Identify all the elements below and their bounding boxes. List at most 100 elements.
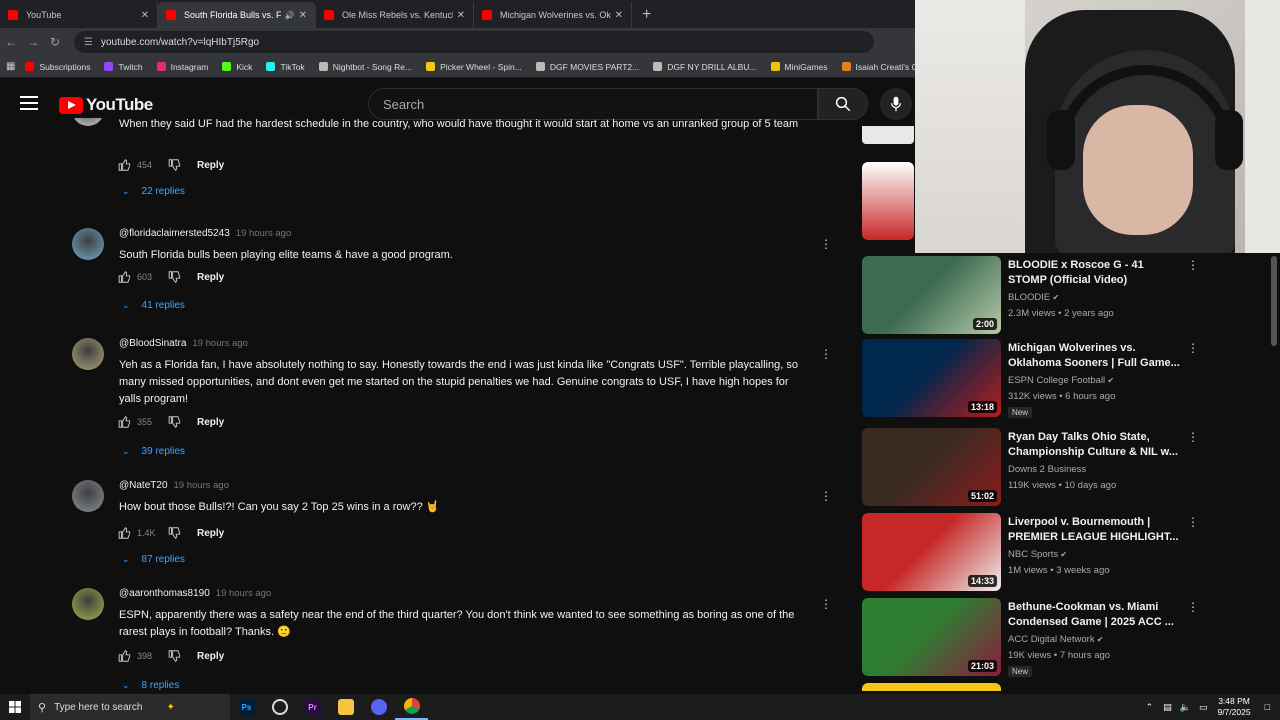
avatar[interactable] xyxy=(72,588,104,620)
view-replies-button[interactable]: ⌄ 39 replies xyxy=(122,446,185,457)
recommendation-channel[interactable]: NBC Sports ✔ xyxy=(1008,549,1067,560)
bookmark-item[interactable]: Isaiah Creati's Chan... xyxy=(841,62,915,72)
recommendation-thumbnail-partial[interactable] xyxy=(862,162,914,240)
more-actions-icon[interactable]: ⋮ xyxy=(1187,600,1199,614)
recommendation-channel[interactable]: Downs 2 Business xyxy=(1008,464,1086,475)
dislike-button[interactable] xyxy=(167,649,183,663)
taskbar-app-file-explorer[interactable] xyxy=(329,694,362,720)
avatar[interactable] xyxy=(72,480,104,512)
battery-icon[interactable]: ▭ xyxy=(1199,702,1208,713)
avatar[interactable] xyxy=(72,118,104,126)
recommendation-thumbnail[interactable]: 14:33 xyxy=(862,513,1001,591)
apps-icon[interactable]: ▦ xyxy=(6,61,15,72)
comment-timestamp[interactable]: 19 hours ago xyxy=(192,338,247,349)
more-actions-icon[interactable]: ⋮ xyxy=(820,489,832,503)
recommendation-thumbnail[interactable]: 2:00 xyxy=(862,256,1001,334)
start-button[interactable] xyxy=(0,694,30,720)
like-button[interactable] xyxy=(117,526,133,540)
taskbar-app-chrome[interactable] xyxy=(395,694,428,720)
recommendation-title[interactable]: BLOODIE x Roscoe G - 41 STOMP (Official … xyxy=(1008,258,1183,288)
reload-icon[interactable]: ↻ xyxy=(44,35,66,49)
view-replies-button[interactable]: ⌄ 87 replies xyxy=(122,554,185,565)
browser-tab[interactable]: Michigan Wolverines vs. Oklah ✕ xyxy=(474,2,632,28)
menu-icon[interactable] xyxy=(20,96,38,110)
close-icon[interactable]: ✕ xyxy=(615,10,623,21)
volume-icon[interactable]: 🔈 xyxy=(1180,702,1191,713)
recommendation-thumbnail-partial[interactable] xyxy=(862,126,914,144)
more-actions-icon[interactable]: ⋮ xyxy=(1187,430,1199,444)
reply-button[interactable]: Reply xyxy=(197,528,224,539)
taskbar-search-input[interactable]: ⚲ Type here to search ✦ xyxy=(30,694,230,720)
like-button[interactable] xyxy=(117,649,133,663)
recommendation-title[interactable]: Bethune-Cookman vs. Miami Condensed Game… xyxy=(1008,600,1183,630)
recommendation-channel[interactable]: BLOODIE ✔ xyxy=(1008,292,1059,303)
close-icon[interactable]: ✕ xyxy=(457,10,465,21)
recommendation-thumbnail[interactable]: 13:18 xyxy=(862,339,1001,417)
comment-timestamp[interactable]: 19 hours ago xyxy=(236,228,291,239)
recommendation-item[interactable]: 21:03 Bethune-Cookman vs. Miami Condensed… xyxy=(860,598,1280,678)
bookmark-item[interactable]: Instagram xyxy=(156,62,208,72)
recommendation-title[interactable]: Michigan Wolverines vs. Oklahoma Sooners… xyxy=(1008,341,1183,371)
site-info-icon[interactable]: ☰ xyxy=(84,37,93,48)
comment-author[interactable]: @BloodSinatra xyxy=(119,338,186,349)
search-input[interactable]: Search xyxy=(368,88,818,120)
bookmark-item[interactable]: Nightbot - Song Re... xyxy=(318,62,412,72)
more-actions-icon[interactable]: ⋮ xyxy=(820,347,832,361)
more-actions-icon[interactable]: ⋮ xyxy=(1187,515,1199,529)
taskbar-app-obs[interactable] xyxy=(263,694,296,720)
bookmark-item[interactable]: Kick xyxy=(222,62,252,72)
avatar[interactable] xyxy=(72,228,104,260)
avatar[interactable] xyxy=(72,338,104,370)
comment-author[interactable]: @floridaclaimersted5243 xyxy=(119,228,230,239)
comment-timestamp[interactable]: 19 hours ago xyxy=(174,480,229,491)
recommendation-item[interactable]: 51:02 Ryan Day Talks Ohio State, Champion… xyxy=(860,428,1280,508)
tray-overflow-icon[interactable]: ⌃ xyxy=(1146,702,1154,713)
recommendation-item[interactable]: 13:18 Michigan Wolverines vs. Oklahoma So… xyxy=(860,339,1280,419)
speaker-icon[interactable]: 🔊 xyxy=(285,11,295,20)
like-button[interactable] xyxy=(117,415,133,429)
dislike-button[interactable] xyxy=(167,415,183,429)
taskbar-clock[interactable]: 3:48 PM 9/7/2025 xyxy=(1217,696,1250,718)
bookmark-item[interactable]: DGF MOVIES PART2... xyxy=(535,62,639,72)
bookmark-item[interactable]: DGF NY DRILL ALBU... xyxy=(653,62,757,72)
taskbar-app-photoshop[interactable]: Ps xyxy=(230,694,263,720)
reply-button[interactable]: Reply xyxy=(197,160,224,171)
recommendation-thumbnail[interactable]: 21:03 xyxy=(862,598,1001,676)
browser-tab[interactable]: YouTube ✕ xyxy=(0,2,158,28)
dislike-button[interactable] xyxy=(167,526,183,540)
view-replies-button[interactable]: ⌄ 41 replies xyxy=(122,300,185,311)
bookmark-item[interactable]: MiniGames xyxy=(770,62,828,72)
reply-button[interactable]: Reply xyxy=(197,417,224,428)
bookmark-item[interactable]: Picker Wheel - Spin... xyxy=(426,62,522,72)
more-actions-icon[interactable]: ⋮ xyxy=(820,597,832,611)
comment-timestamp[interactable]: 19 hours ago xyxy=(216,588,271,599)
taskbar-app-premiere[interactable]: Pr xyxy=(296,694,329,720)
reply-button[interactable]: Reply xyxy=(197,272,224,283)
bookmark-item[interactable]: Twitch xyxy=(104,62,143,72)
voice-search-button[interactable] xyxy=(880,88,912,120)
close-icon[interactable]: ✕ xyxy=(299,10,307,21)
comment-author[interactable]: @aaronthomas8190 xyxy=(119,588,210,599)
more-actions-icon[interactable]: ⋮ xyxy=(820,237,832,251)
recommendation-item[interactable]: 14:33 Liverpool v. Bournemouth | PREMIER … xyxy=(860,513,1280,593)
network-icon[interactable]: ▤ xyxy=(1163,702,1172,713)
more-actions-icon[interactable]: ⋮ xyxy=(1187,258,1199,272)
recommendation-item[interactable]: 2:00 BLOODIE x Roscoe G - 41 STOMP (Offic… xyxy=(860,256,1280,336)
search-button[interactable] xyxy=(818,88,868,120)
browser-tab[interactable]: Ole Miss Rebels vs. Kentucky W ✕ xyxy=(316,2,474,28)
recommendation-title[interactable]: Ryan Day Talks Ohio State, Championship … xyxy=(1008,430,1183,460)
taskbar-app-discord[interactable] xyxy=(362,694,395,720)
recommendation-channel[interactable]: ACC Digital Network ✔ xyxy=(1008,634,1104,645)
bookmark-item[interactable]: TikTok xyxy=(266,62,305,72)
view-replies-button[interactable]: ⌄ 22 replies xyxy=(122,186,185,197)
back-icon[interactable]: ← xyxy=(0,35,22,49)
close-icon[interactable]: ✕ xyxy=(141,10,149,21)
more-actions-icon[interactable]: ⋮ xyxy=(1187,341,1199,355)
url-field[interactable]: ☰ youtube.com/watch?v=lqHIbTj5Rgo xyxy=(74,31,874,53)
notifications-icon[interactable]: □ xyxy=(1265,702,1270,712)
comment-author[interactable]: @NateT20 xyxy=(119,480,168,491)
recommendation-title[interactable]: Liverpool v. Bournemouth | PREMIER LEAGU… xyxy=(1008,515,1183,545)
recommendation-thumbnail[interactable]: 51:02 xyxy=(862,428,1001,506)
reply-button[interactable]: Reply xyxy=(197,651,224,662)
new-tab-icon[interactable]: + xyxy=(632,2,661,28)
